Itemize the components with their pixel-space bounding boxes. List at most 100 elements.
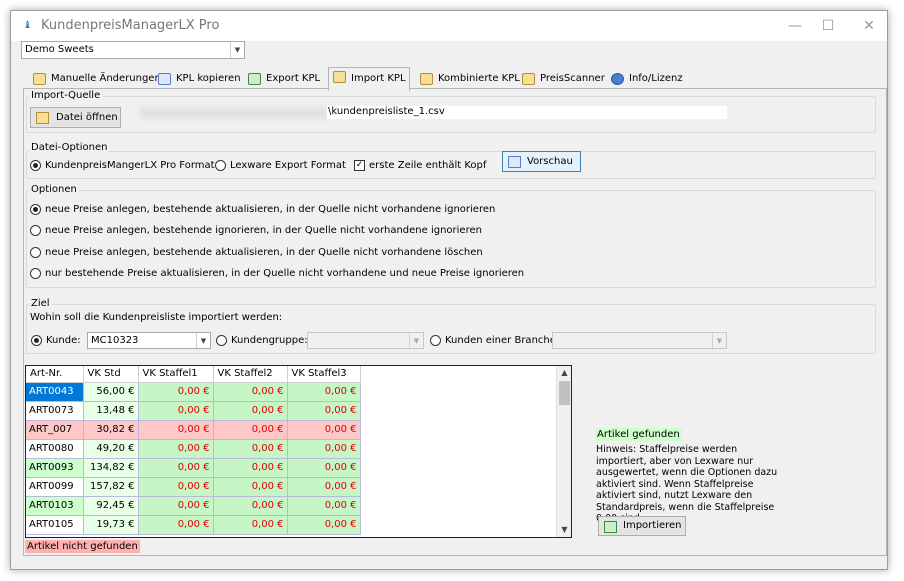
cell-price[interactable]: 0,00 € [213, 458, 288, 478]
file-path-field[interactable]: \kundenpreisliste_1.csv [327, 106, 727, 119]
cell-price[interactable]: 13,48 € [83, 401, 139, 421]
cell-price[interactable]: 0,00 € [287, 515, 361, 535]
target-customer-radio[interactable] [31, 335, 42, 346]
cell-article-number[interactable]: ART0103 [26, 496, 84, 516]
customer-select[interactable]: MC10323 ▼ [87, 332, 211, 349]
target-customer-label: Kunde: [46, 335, 81, 346]
import-button[interactable]: Importieren [598, 516, 686, 536]
option-radio-2[interactable] [30, 225, 41, 236]
cell-price[interactable]: 134,82 € [83, 458, 139, 478]
company-select[interactable]: Demo Sweets ▼ [21, 41, 245, 59]
cell-price[interactable]: 30,82 € [83, 420, 139, 440]
cell-price[interactable]: 0,00 € [213, 420, 288, 440]
option-radio-4[interactable] [30, 268, 41, 279]
cell-price[interactable]: 0,00 € [138, 458, 214, 478]
header-row-label: erste Zeile enthält Kopf [369, 160, 487, 171]
cell-price[interactable]: 0,00 € [213, 401, 288, 421]
cell-article-number[interactable]: ART_007 [26, 420, 84, 440]
column-header[interactable]: Art-Nr. [26, 366, 84, 383]
cell-price[interactable]: 0,00 € [287, 382, 361, 402]
format-pro-label: KundenpreisMangerLX Pro Format [45, 160, 215, 171]
column-header[interactable]: VK Std [83, 366, 139, 383]
scroll-down-icon[interactable]: ▼ [557, 523, 571, 537]
cell-article-number[interactable]: ART0073 [26, 401, 84, 421]
cell-article-number[interactable]: ART0043 [26, 382, 84, 402]
table-row[interactable]: ART0093 134,82 €0,00 €0,00 €0,00 € [26, 458, 361, 478]
table-row[interactable]: ART_007 30,82 €0,00 €0,00 €0,00 € [26, 420, 361, 440]
customer-select-value: MC10323 [91, 335, 139, 346]
target-branch-radio[interactable] [430, 335, 441, 346]
cell-price[interactable]: 0,00 € [213, 477, 288, 497]
cell-price[interactable]: 0,00 € [213, 382, 288, 402]
cell-price[interactable]: 0,00 € [138, 382, 214, 402]
chevron-down-icon[interactable]: ▼ [196, 333, 210, 348]
open-file-button[interactable]: Datei öffnen [30, 107, 121, 128]
chevron-down-icon[interactable]: ▼ [409, 333, 423, 348]
column-header[interactable]: VK Staffel2 [213, 366, 288, 383]
window-title: KundenpreisManagerLX Pro [41, 18, 220, 33]
target-group-radio[interactable] [216, 335, 227, 346]
cell-price[interactable]: 0,00 € [287, 401, 361, 421]
cell-article-number[interactable]: ART0099 [26, 477, 84, 497]
table-row[interactable]: ART0099 157,82 €0,00 €0,00 €0,00 € [26, 477, 361, 497]
cell-price[interactable]: 0,00 € [287, 420, 361, 440]
import-source-label: Import-Quelle [29, 90, 103, 101]
preview-button[interactable]: Vorschau [502, 151, 581, 172]
tab-import-kpl[interactable]: Import KPL [328, 67, 410, 91]
tab-label: Info/Lizenz [629, 73, 683, 84]
cell-article-number[interactable]: ART0093 [26, 458, 84, 478]
option-label-1: neue Preise anlegen, bestehende aktualis… [45, 204, 496, 215]
cell-price[interactable]: 0,00 € [287, 439, 361, 459]
scroll-up-icon[interactable]: ▲ [557, 366, 571, 380]
cell-price[interactable]: 0,00 € [287, 458, 361, 478]
tab-kombinierte-kpl[interactable]: Kombinierte KPL [416, 70, 520, 89]
close-button[interactable]: ✕ [852, 15, 886, 37]
cell-price[interactable]: 157,82 € [83, 477, 139, 497]
chevron-down-icon[interactable]: ▼ [712, 333, 726, 348]
table-row[interactable]: ART0043 56,00 €0,00 €0,00 €0,00 € [26, 382, 361, 402]
cell-price[interactable]: 0,00 € [287, 496, 361, 516]
format-lexware-radio[interactable] [215, 160, 226, 171]
tab-manuelle-aenderungen[interactable]: Manuelle Änderungen [29, 70, 161, 89]
option-radio-1[interactable] [30, 204, 41, 215]
column-header[interactable]: VK Staffel1 [138, 366, 214, 383]
cell-price[interactable]: 49,20 € [83, 439, 139, 459]
tab-kpl-kopieren[interactable]: KPL kopieren [154, 70, 241, 89]
customer-group-select[interactable]: ▼ [307, 332, 424, 349]
cell-price[interactable]: 0,00 € [213, 496, 288, 516]
scroll-thumb[interactable] [559, 381, 570, 405]
cell-price[interactable]: 0,00 € [213, 515, 288, 535]
cell-price[interactable]: 0,00 € [213, 439, 288, 459]
hint-text: Hinweis: Staffelpreise werden importiert… [596, 444, 778, 524]
branch-select[interactable]: ▼ [552, 332, 727, 349]
option-radio-3[interactable] [30, 247, 41, 258]
cell-price[interactable]: 19,73 € [83, 515, 139, 535]
column-header[interactable]: VK Staffel3 [287, 366, 361, 383]
tab-info-lizenz[interactable]: Info/Lizenz [607, 70, 683, 89]
tab-export-kpl[interactable]: Export KPL [244, 70, 320, 89]
cell-price[interactable]: 0,00 € [138, 439, 214, 459]
table-row[interactable]: ART0080 49,20 €0,00 €0,00 €0,00 € [26, 439, 361, 459]
cell-price[interactable]: 0,00 € [138, 477, 214, 497]
cell-article-number[interactable]: ART0105 [26, 515, 84, 535]
cell-price[interactable]: 56,00 € [83, 382, 139, 402]
cell-price[interactable]: 0,00 € [138, 420, 214, 440]
header-row-checkbox[interactable]: ✓ [354, 160, 365, 171]
tab-preisscanner[interactable]: PreisScanner [518, 70, 605, 89]
format-pro-radio[interactable] [30, 160, 41, 171]
minimize-button[interactable]: — [778, 15, 812, 37]
chevron-down-icon[interactable]: ▼ [230, 42, 244, 58]
preview-grid[interactable]: Art-Nr. VK Std VK Staffel1 VK Staffel2 V… [25, 365, 572, 538]
vertical-scrollbar[interactable]: ▲ ▼ [556, 366, 571, 537]
table-row[interactable]: ART0073 13,48 €0,00 €0,00 €0,00 € [26, 401, 361, 421]
table-row[interactable]: ART0105 19,73 €0,00 €0,00 €0,00 € [26, 515, 361, 535]
cell-article-number[interactable]: ART0080 [26, 439, 84, 459]
cell-price[interactable]: 0,00 € [138, 496, 214, 516]
cell-price[interactable]: 0,00 € [287, 477, 361, 497]
target-label: Ziel [29, 298, 52, 309]
cell-price[interactable]: 0,00 € [138, 515, 214, 535]
cell-price[interactable]: 92,45 € [83, 496, 139, 516]
maximize-button[interactable]: ☐ [811, 15, 845, 37]
table-row[interactable]: ART0103 92,45 €0,00 €0,00 €0,00 € [26, 496, 361, 516]
cell-price[interactable]: 0,00 € [138, 401, 214, 421]
